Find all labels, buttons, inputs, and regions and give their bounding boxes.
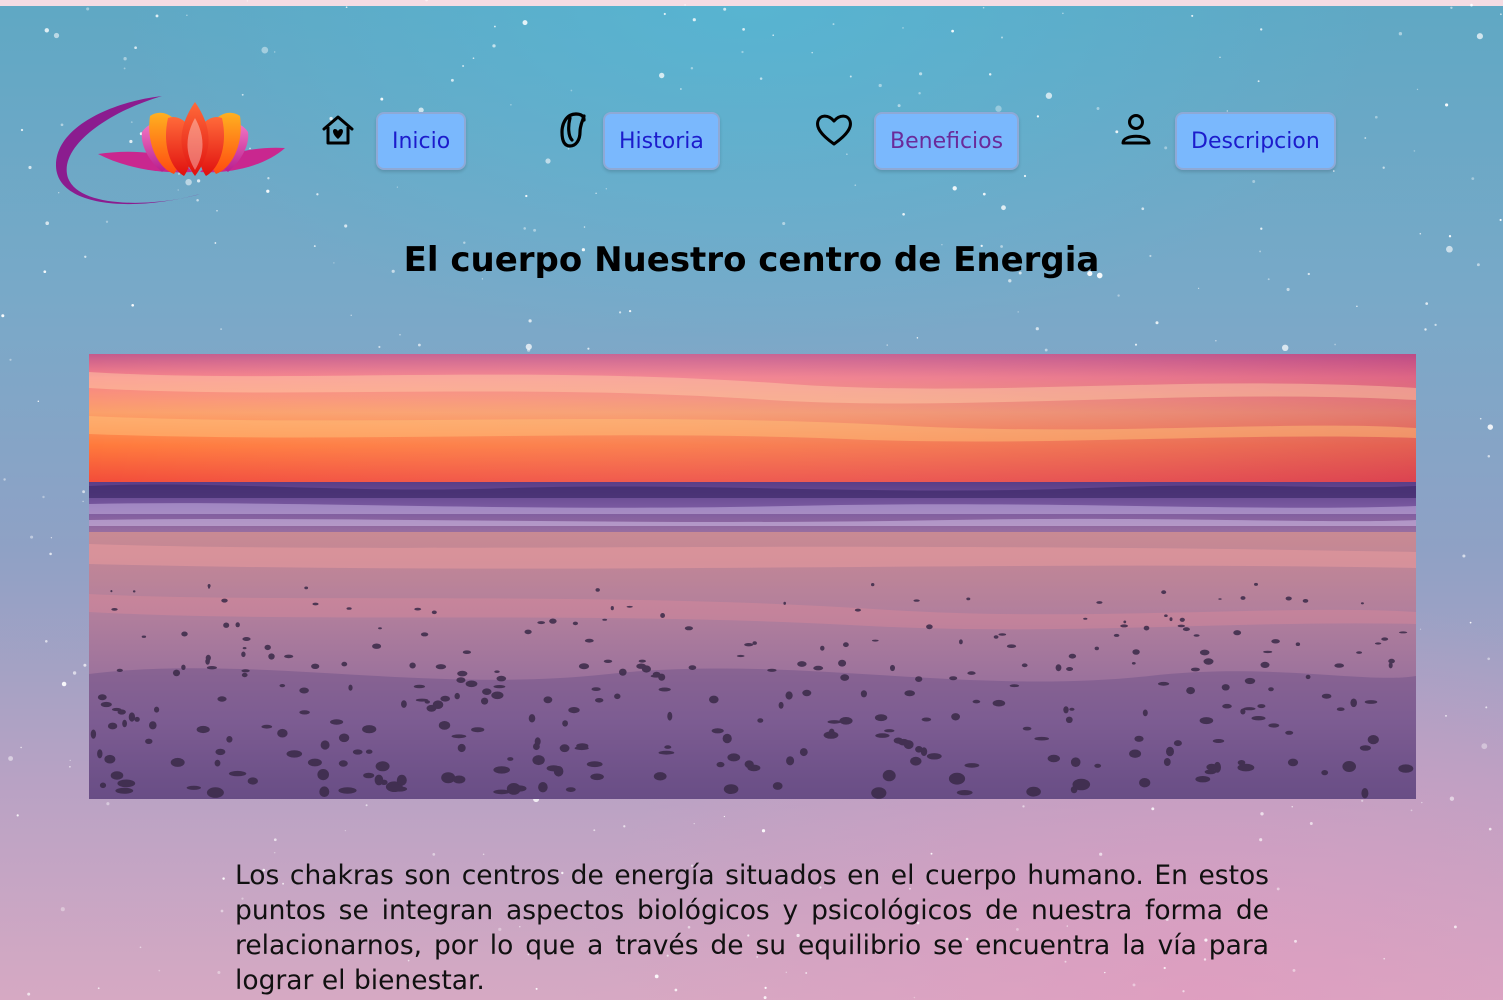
nav-button-historia[interactable]: Historia: [603, 112, 720, 170]
nav-button-inicio[interactable]: Inicio: [376, 112, 467, 170]
hero-beach-sunset-image: [89, 354, 1416, 799]
scroll-icon: [552, 110, 592, 150]
chakra-description: Los chakras son centros de energía situa…: [235, 860, 1269, 996]
heart-icon: [814, 110, 854, 150]
lotus-logo[interactable]: [50, 88, 290, 218]
page-title: El cuerpo Nuestro centro de Energia: [403, 240, 1100, 280]
person-icon: [1116, 110, 1156, 150]
home-heart-icon: [318, 110, 358, 150]
nav-button-descripcion[interactable]: Descripcion: [1175, 112, 1336, 170]
nav-button-beneficios[interactable]: Beneficios: [874, 112, 1020, 170]
